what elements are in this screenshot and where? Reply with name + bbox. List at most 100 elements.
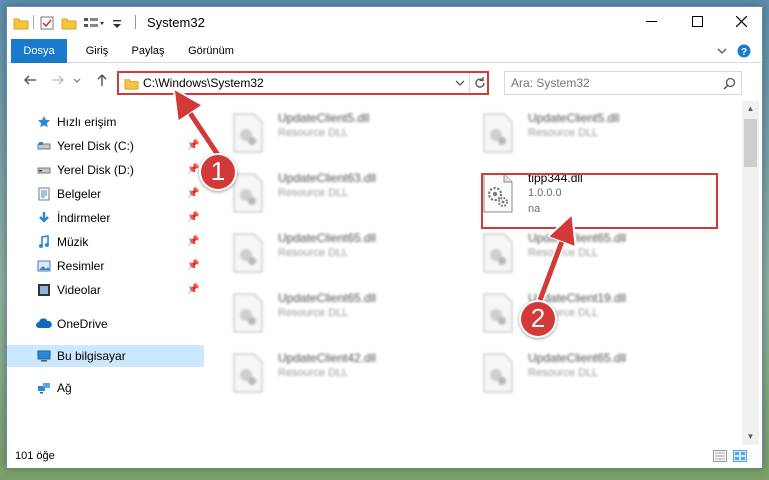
file-type: Resource DLL <box>278 187 349 199</box>
minimize-button[interactable] <box>628 7 674 37</box>
forward-button[interactable] <box>49 73 67 91</box>
dll-file-icon <box>233 113 263 153</box>
explorer-window: System32 Dosya Giriş Paylaş Görünüm ? C:… <box>6 6 763 468</box>
file-type: Resource DLL <box>278 367 349 379</box>
file-type: Resource DLL <box>528 367 599 379</box>
nav-item-label: Ağ <box>57 381 72 395</box>
ribbon-tabs: Dosya Giriş Paylaş Görünüm ? <box>7 39 762 63</box>
tab-share[interactable]: Paylaş <box>125 39 171 63</box>
svg-text:?: ? <box>741 47 747 58</box>
search-box[interactable] <box>504 71 742 95</box>
nav-item-pictures[interactable]: Resimler 📌 <box>7 255 204 277</box>
pin-icon: 📌 <box>187 188 200 199</box>
minimize-icon <box>645 21 657 22</box>
new-folder-icon[interactable] <box>61 15 77 31</box>
file-name: UpdateClient63.dll <box>278 171 377 185</box>
nav-item-this-pc[interactable]: Bu bilgisayar <box>7 345 204 367</box>
pictures-icon <box>37 260 51 272</box>
file-name: UpdateClient42.dll <box>278 351 377 365</box>
arrow-left-icon <box>24 75 36 85</box>
file-item[interactable]: UpdateClient65.dll Resource DLL <box>212 289 452 345</box>
qa-dropdown-icon[interactable] <box>111 15 123 31</box>
maximize-icon <box>691 16 703 27</box>
arrow-up-icon <box>97 74 107 86</box>
tab-home[interactable]: Giriş <box>77 39 117 63</box>
search-icon[interactable] <box>723 77 736 90</box>
customize-qa-icon[interactable] <box>83 15 105 31</box>
arrow-right-icon <box>52 75 64 85</box>
item-count: 101 öğe <box>15 450 55 462</box>
nav-item-music[interactable]: Müzik 📌 <box>7 231 204 253</box>
pin-icon: 📌 <box>187 236 200 247</box>
step-badge-1: 1 <box>199 153 237 191</box>
nav-item-disk-c[interactable]: Yerel Disk (C:) 📌 <box>7 135 204 157</box>
nav-item-label: Hızlı erişim <box>57 115 117 129</box>
dll-file-icon <box>233 293 263 333</box>
step-badge-2: 2 <box>519 300 557 338</box>
close-button[interactable] <box>718 7 764 37</box>
address-bar[interactable]: C:\Windows\System32 <box>117 71 489 95</box>
star-icon <box>38 116 50 128</box>
maximize-button[interactable] <box>674 7 720 37</box>
refresh-icon[interactable] <box>473 76 487 90</box>
status-bar: 101 öğe <box>7 445 762 468</box>
up-button[interactable] <box>93 73 111 91</box>
details-view-icon[interactable] <box>713 450 727 462</box>
download-icon <box>39 212 49 223</box>
nav-item-network[interactable]: Ağ <box>7 377 204 399</box>
back-button[interactable] <box>21 73 39 91</box>
dll-file-icon <box>483 233 513 273</box>
recent-locations-button[interactable] <box>71 73 83 91</box>
file-item[interactable]: UpdateClient5.dll Resource DLL <box>212 109 452 165</box>
nav-item-label: Resimler <box>57 259 105 273</box>
pin-icon: 📌 <box>187 140 200 151</box>
title-bar: System32 <box>7 7 762 37</box>
address-path[interactable]: C:\Windows\System32 <box>143 76 264 90</box>
nav-item-onedrive[interactable]: OneDrive <box>7 313 204 335</box>
nav-item-label: Bu bilgisayar <box>57 349 126 363</box>
file-type: Resource DLL <box>528 127 599 139</box>
drive-icon <box>37 167 51 174</box>
nav-item-downloads[interactable]: İndirmeler 📌 <box>7 207 204 229</box>
nav-item-label: Yerel Disk (C:) <box>57 139 134 153</box>
file-item[interactable]: UpdateClient5.dll Resource DLL <box>462 109 702 165</box>
window-title: System32 <box>147 15 205 30</box>
file-item[interactable]: UpdateClient19.dll Resource DLL <box>462 289 702 345</box>
file-item[interactable]: UpdateClient42.dll Resource DLL <box>212 349 452 405</box>
expand-ribbon-icon[interactable] <box>715 44 729 58</box>
cloud-icon <box>36 318 52 328</box>
scroll-thumb[interactable] <box>744 119 757 167</box>
help-icon[interactable]: ? <box>737 44 751 58</box>
file-type: Resource DLL <box>528 247 599 259</box>
large-icons-view-icon[interactable] <box>733 450 747 462</box>
file-item[interactable]: UpdateClient65.dll Resource DLL <box>462 349 702 405</box>
pin-icon: 📌 <box>187 164 200 175</box>
file-item[interactable]: UpdateClient65.dll Resource DLL <box>462 229 702 285</box>
music-icon <box>39 235 49 248</box>
navigation-pane: Hızlı erişim Yerel Disk (C:) 📌 Yerel Dis… <box>7 101 204 445</box>
nav-item-label: Belgeler <box>57 187 102 201</box>
file-highlight-box <box>481 173 718 229</box>
file-item[interactable]: UpdateClient65.dll Resource DLL <box>212 229 452 285</box>
file-item[interactable]: UpdateClient63.dll Resource DLL <box>212 169 452 225</box>
scroll-down-button[interactable]: ▼ <box>742 429 759 445</box>
tab-file[interactable]: Dosya <box>11 39 67 63</box>
drive-icon <box>37 142 51 150</box>
properties-icon[interactable] <box>39 15 55 31</box>
file-name: UpdateClient65.dll <box>528 351 627 365</box>
file-name: UpdateClient65.dll <box>528 231 627 245</box>
file-list: UpdateClient5.dll Resource DLL UpdateCli… <box>212 101 742 445</box>
dll-file-icon <box>233 173 263 213</box>
videos-icon <box>38 284 50 296</box>
file-type: Resource DLL <box>278 247 349 259</box>
nav-item-disk-d[interactable]: Yerel Disk (D:) 📌 <box>7 159 204 181</box>
file-name: UpdateClient5.dll <box>528 111 620 125</box>
nav-item-videos[interactable]: Videolar 📌 <box>7 279 204 301</box>
nav-item-quick-access[interactable]: Hızlı erişim <box>7 111 204 133</box>
search-input[interactable] <box>511 76 711 90</box>
vertical-scrollbar[interactable]: ▲ ▼ <box>742 101 759 445</box>
nav-item-documents[interactable]: Belgeler 📌 <box>7 183 204 205</box>
tab-view[interactable]: Görünüm <box>183 39 239 63</box>
address-dropdown-icon[interactable] <box>455 78 465 88</box>
scroll-up-button[interactable]: ▲ <box>742 101 759 117</box>
